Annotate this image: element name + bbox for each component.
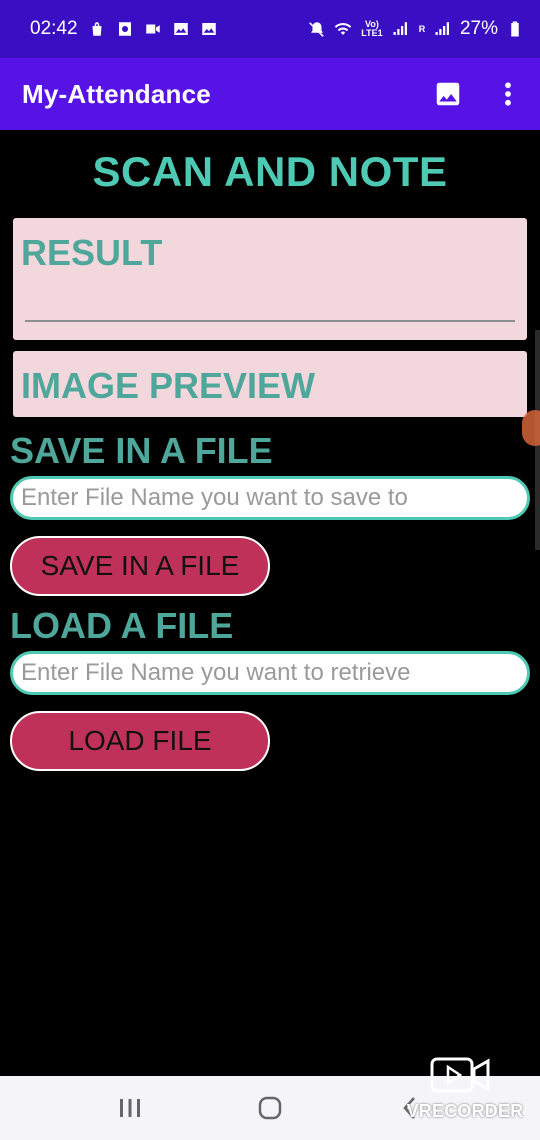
volte-label-bottom: LTE1 <box>361 28 383 38</box>
result-label: RESULT <box>21 232 163 273</box>
recents-icon <box>120 1099 140 1117</box>
more-vert-icon <box>505 82 511 106</box>
video-recorder-icon <box>430 1057 490 1093</box>
main-content: SCAN AND NOTE RESULT IMAGE PREVIEW SAVE … <box>0 130 540 1076</box>
home-icon <box>258 1096 282 1120</box>
status-left: 02:42 <box>30 18 218 40</box>
page-title: SCAN AND NOTE <box>92 148 448 195</box>
signal-icon-secondary <box>434 20 452 38</box>
shopping-bag-icon <box>88 20 106 38</box>
save-section-label: SAVE IN A FILE <box>10 430 273 471</box>
overflow-menu-button[interactable] <box>492 78 524 110</box>
video-icon <box>144 20 162 38</box>
result-card: RESULT <box>13 218 527 340</box>
recorder-watermark: VRECORDER <box>400 1055 540 1135</box>
volte-badge: Vo) LTE1 <box>360 20 384 38</box>
signal-icon <box>392 20 410 38</box>
load-filename-input[interactable] <box>10 651 530 695</box>
image-icon <box>436 82 460 106</box>
roaming-badge: R <box>418 23 426 34</box>
load-file-button[interactable]: LOAD FILE <box>10 711 270 771</box>
battery-percent: 27% <box>459 18 498 39</box>
save-file-button[interactable]: SAVE IN A FILE <box>10 536 270 596</box>
app-actions <box>432 78 524 110</box>
watermark-text: VRECORDER <box>406 1101 524 1121</box>
camera-app-icon <box>116 20 134 38</box>
app-title: My-Attendance <box>22 78 211 109</box>
load-section-label: LOAD A FILE <box>10 605 234 646</box>
recents-button[interactable] <box>110 1090 150 1126</box>
mute-icon <box>308 20 326 38</box>
home-button[interactable] <box>250 1090 290 1126</box>
status-time: 02:42 <box>30 18 78 39</box>
wifi-icon <box>334 20 352 38</box>
gallery-badge-icon <box>172 20 190 38</box>
app-bar: My-Attendance <box>0 58 540 130</box>
image-preview-card[interactable]: IMAGE PREVIEW <box>13 351 527 417</box>
status-right: Vo) LTE1 R 27% <box>308 18 524 40</box>
image-icon <box>200 20 218 38</box>
battery-icon <box>506 20 524 38</box>
phone-screen: 02:42 Vo) LTE1 R 27% My-Attendance SCAN … <box>0 0 540 1140</box>
result-underline <box>25 320 515 322</box>
status-bar: 02:42 Vo) LTE1 R 27% <box>0 0 540 58</box>
gallery-button[interactable] <box>432 78 464 110</box>
image-preview-label: IMAGE PREVIEW <box>21 365 316 406</box>
save-filename-input[interactable] <box>10 476 530 520</box>
floating-bubble[interactable] <box>522 410 540 446</box>
